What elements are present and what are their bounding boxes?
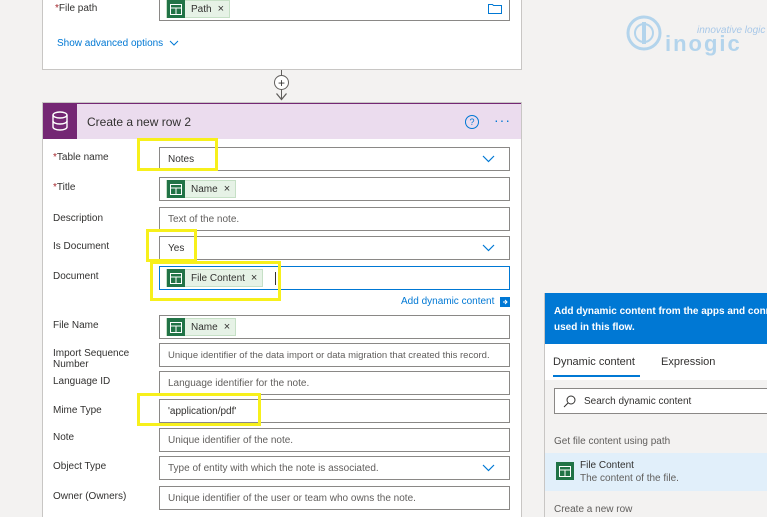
excel-icon bbox=[556, 462, 574, 480]
dynamic-content-panel: Add dynamic content from the apps and co… bbox=[544, 293, 767, 517]
remove-token-icon[interactable]: × bbox=[224, 183, 230, 195]
owner-label: Owner (Owners) bbox=[53, 491, 127, 502]
language-id-label: Language ID bbox=[53, 376, 111, 387]
title-label: *Title bbox=[53, 182, 76, 193]
file-path-input[interactable]: Path × bbox=[159, 0, 510, 21]
folder-icon[interactable] bbox=[488, 3, 502, 17]
file-path-label: *File path bbox=[55, 3, 98, 14]
note-input[interactable]: Unique identifier of the note. bbox=[159, 428, 510, 452]
is-document-label: Is Document bbox=[53, 241, 110, 252]
tab-dynamic-content[interactable]: Dynamic content bbox=[553, 356, 635, 368]
group-title-get-file-content: Get file content using path bbox=[554, 436, 671, 447]
previous-action-card: *File path Path × Show advanced options bbox=[42, 0, 522, 70]
remove-token-icon[interactable]: × bbox=[218, 3, 224, 15]
file-name-label: File Name bbox=[53, 320, 99, 331]
card-title: Create a new row 2 bbox=[87, 114, 192, 129]
import-sequence-input[interactable]: Unique identifier of the data import or … bbox=[159, 343, 510, 367]
item-description: The content of the file. bbox=[580, 473, 679, 484]
excel-icon bbox=[167, 318, 185, 336]
chevron-down-icon[interactable] bbox=[482, 155, 495, 166]
file-content-token[interactable]: File Content × bbox=[166, 269, 264, 287]
name-token[interactable]: Name × bbox=[166, 318, 237, 336]
chevron-down-icon bbox=[169, 38, 179, 49]
excel-icon bbox=[167, 180, 185, 198]
document-input[interactable]: File Content × bbox=[159, 266, 510, 290]
create-row-card: Create a new row 2 ? ··· *Table name Not… bbox=[42, 102, 522, 517]
language-id-input[interactable]: Language identifier for the note. bbox=[159, 371, 510, 395]
dynamic-content-icon bbox=[500, 296, 511, 307]
owner-input[interactable]: Unique identifier of the user or team wh… bbox=[159, 486, 510, 510]
card-header[interactable]: Create a new row 2 ? ··· bbox=[43, 103, 521, 139]
note-label: Note bbox=[53, 432, 75, 443]
panel-tabs: Dynamic content Expression bbox=[545, 344, 767, 380]
document-label: Document bbox=[53, 271, 99, 282]
table-name-select[interactable]: Notes bbox=[159, 147, 510, 171]
description-label: Description bbox=[53, 213, 104, 224]
file-name-input[interactable]: Name × bbox=[159, 315, 510, 339]
inogic-logo-icon bbox=[626, 15, 662, 51]
description-input[interactable]: Text of the note. bbox=[159, 207, 510, 231]
help-icon[interactable]: ? bbox=[465, 115, 479, 129]
insert-step-button[interactable]: + bbox=[274, 75, 289, 90]
title-input[interactable]: Name × bbox=[159, 177, 510, 201]
object-type-select[interactable]: Type of entity with which the note is as… bbox=[159, 456, 510, 480]
text-cursor bbox=[275, 271, 277, 285]
search-dynamic-content-input[interactable]: Search dynamic content bbox=[554, 388, 767, 414]
logo-name: inogic bbox=[665, 31, 742, 56]
mime-type-input[interactable]: 'application/pdf' bbox=[159, 399, 510, 423]
remove-token-icon[interactable]: × bbox=[251, 272, 257, 284]
chevron-down-icon[interactable] bbox=[482, 464, 495, 475]
panel-header: Add dynamic content from the apps and co… bbox=[545, 293, 767, 344]
show-advanced-options-link[interactable]: Show advanced options bbox=[57, 38, 179, 49]
is-document-select[interactable]: Yes bbox=[159, 236, 510, 260]
import-sequence-label: Import Sequence Number bbox=[53, 348, 130, 370]
excel-icon bbox=[167, 0, 185, 18]
name-token[interactable]: Name × bbox=[166, 180, 237, 198]
search-icon bbox=[563, 395, 576, 407]
object-type-label: Object Type bbox=[53, 461, 107, 472]
chevron-down-icon[interactable] bbox=[482, 244, 495, 255]
arrow-down-icon bbox=[276, 93, 287, 101]
mime-type-label: Mime Type bbox=[53, 405, 102, 416]
item-title: File Content bbox=[580, 460, 634, 471]
dataverse-icon bbox=[43, 103, 77, 139]
dynamic-content-item-file-content[interactable]: File Content The content of the file. bbox=[545, 453, 767, 491]
tab-expression[interactable]: Expression bbox=[661, 356, 715, 368]
more-options-icon[interactable]: ··· bbox=[494, 112, 511, 128]
group-title-create-row: Create a new row bbox=[554, 504, 633, 515]
remove-token-icon[interactable]: × bbox=[224, 321, 230, 333]
path-token[interactable]: Path × bbox=[166, 0, 231, 18]
table-name-label: *Table name bbox=[53, 152, 109, 163]
active-tab-indicator bbox=[553, 375, 640, 377]
add-dynamic-content-link[interactable]: Add dynamic content bbox=[401, 296, 511, 307]
excel-icon bbox=[167, 269, 185, 287]
